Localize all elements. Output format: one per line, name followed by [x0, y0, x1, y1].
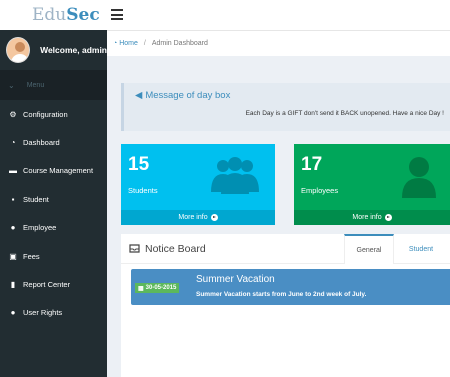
notice-title: Summer Vacation [196, 274, 275, 285]
sidebar-item-user-rights[interactable]: ● User Rights [0, 299, 107, 327]
main-content: ◀ Message of day box Each Day is a GIFT d… [107, 56, 450, 377]
money-icon: ▣ [9, 251, 17, 261]
sidebar-item-student[interactable]: ▪ Student [0, 185, 107, 213]
sidebar-menu: ⚙ Configuration ◔ Dashboard ▬ Course Manageme… [0, 100, 107, 327]
tab-student[interactable]: Student [401, 234, 441, 264]
sidebar-item-label: Student [23, 194, 49, 204]
menu-toggle-icon[interactable] [111, 9, 123, 20]
sidebar-item-report-center[interactable]: ▮ Report Center [0, 270, 107, 298]
sidebar-item-label: User Rights [23, 308, 63, 318]
sidebar-item-fees[interactable]: ▣ Fees [0, 242, 107, 270]
student-icon: ▪ [11, 194, 15, 204]
dashboard-icon: ◔ [10, 138, 16, 148]
students-more-info-label: More info [178, 214, 208, 221]
breadcrumb-current: Admin Dashboard [151, 40, 208, 47]
inbox-icon [129, 244, 140, 253]
notice-date-badge: ▦ 30-05-2015 [135, 283, 180, 293]
students-stat-box: 15 Students More info [121, 144, 275, 225]
breadcrumb-home-label: Home [119, 40, 138, 47]
employees-count: 17 [301, 154, 323, 175]
menu-header-label: Menu [26, 81, 45, 89]
employees-stat-box: 17 Employees More info [294, 144, 450, 225]
sidebar-item-label: Employee [23, 223, 57, 233]
welcome-text: Welcome, admin [40, 45, 107, 55]
breadcrumb: ◔ Home / Admin Dashboard [107, 30, 450, 56]
sidebar-item-label: Fees [23, 251, 40, 261]
message-title: ◀ Message of day box [135, 90, 230, 101]
calendar-icon: ▦ [138, 285, 144, 292]
sidebar-item-employee[interactable]: ● Employee [0, 214, 107, 242]
sidebar-item-label: Configuration [23, 109, 68, 119]
sidebar-item-label: Dashboard [23, 138, 60, 148]
employee-icon: ● [10, 223, 16, 233]
user-panel: Welcome, admin [0, 30, 107, 70]
notice-board: Notice Board General Student ▦ 30-05-2015… [121, 234, 450, 377]
arrow-circle-right-icon [210, 214, 218, 221]
dashboard-icon: ◔ [113, 40, 118, 47]
notice-item[interactable]: ▦ 30-05-2015 Summer Vacation Summer Vacat… [131, 269, 450, 305]
notice-body: Summer Vacation starts from June to 2nd … [196, 291, 367, 298]
brand-part-sec: Sec [66, 5, 100, 25]
gears-icon: ⚙ [9, 109, 17, 119]
sidebar-item-label: Course Management [23, 166, 94, 176]
sidebar-item-course-management[interactable]: ▬ Course Management [0, 157, 107, 185]
sidebar-item-dashboard[interactable]: ◔ Dashboard [0, 128, 107, 156]
brand-part-edu: Edu [32, 5, 67, 25]
chevron-down-icon: ⌄ [8, 80, 15, 90]
arrow-circle-right-icon [384, 214, 392, 221]
breadcrumb-separator: / [143, 40, 146, 47]
chart-icon: ▮ [10, 280, 16, 290]
message-of-day-box: ◀ Message of day box Each Day is a GIFT d… [121, 83, 450, 131]
course-icon: ▬ [9, 166, 17, 176]
breadcrumb-home-link[interactable]: ◔ Home [113, 40, 138, 47]
students-count: 15 [128, 154, 150, 175]
brand-logo[interactable]: Edu Sec [0, 0, 107, 30]
user-icon: ● [10, 308, 16, 318]
employees-more-info-label: More info [352, 214, 382, 221]
notice-board-title: Notice Board [145, 242, 206, 255]
sidebar: Edu Sec Welcome, admin ⌄ Menu ⚙ Configurat… [0, 0, 107, 377]
message-title-text: Message of day box [145, 90, 231, 101]
users-icon [211, 157, 259, 194]
sidebar-item-configuration[interactable]: ⚙ Configuration [0, 100, 107, 128]
notice-date: 30-05-2015 [145, 285, 177, 291]
employees-label: Employees [301, 186, 339, 195]
students-label: Students [128, 186, 158, 195]
user-icon [402, 157, 436, 198]
message-text: Each Day is a GIFT don't send it BACK un… [245, 110, 444, 117]
top-navbar [107, 0, 450, 30]
students-more-info-link[interactable]: More info [121, 210, 275, 225]
employees-more-info-link[interactable]: More info [294, 210, 450, 225]
avatar [6, 37, 31, 63]
sidebar-item-label: Report Center [23, 280, 71, 290]
bullhorn-icon: ◀ [135, 90, 143, 101]
tab-general[interactable]: General [344, 234, 394, 264]
menu-header[interactable]: ⌄ Menu [0, 70, 107, 100]
